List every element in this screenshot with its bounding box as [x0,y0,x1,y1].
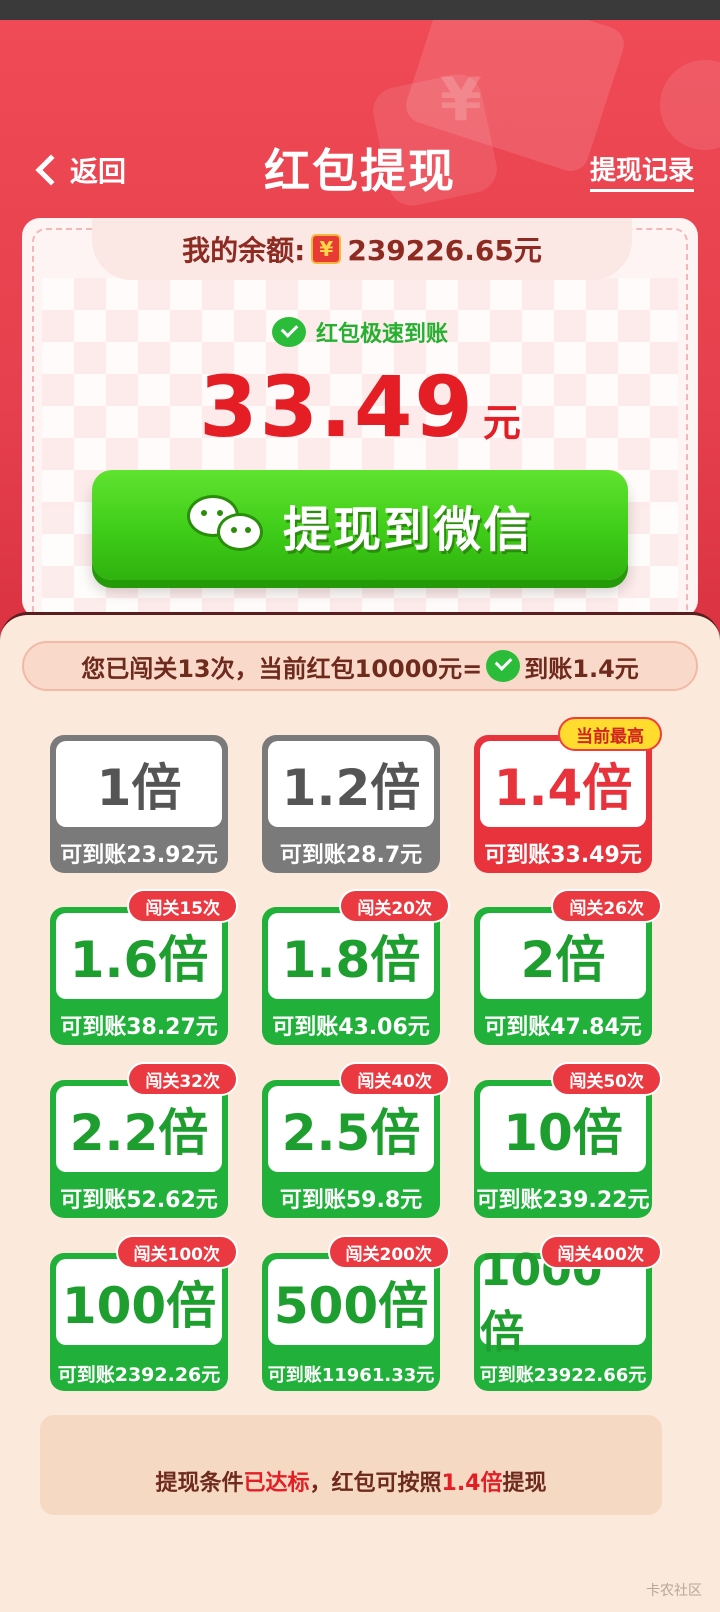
yen-icon: ¥ [311,234,342,264]
multiplier-tile[interactable]: 500倍 可到账11961.33元 闯关200次 [262,1235,450,1391]
level-requirement-badge: 闯关400次 [539,1235,662,1269]
balance-amount: 239226.65元 [347,234,542,267]
level-requirement-badge: 闯关32次 [127,1062,238,1096]
multiplier-value: 100倍 [56,1259,222,1345]
condition-text: ，红包可按照 [309,1471,442,1496]
level-info-result: 到账1.4元 [524,654,639,683]
multiplier-amount: 可到账28.7元 [279,843,423,868]
withdraw-button-label: 提现到微信 [282,502,533,558]
multiplier-value: 1.4倍 [480,741,646,827]
multiplier-amount: 可到账47.84元 [484,1015,642,1040]
multiplier-amount: 可到账239.22元 [476,1188,650,1213]
multiplier-tile[interactable]: 10倍 可到账239.22元 闯关50次 [474,1062,662,1218]
status-bar [0,0,720,20]
yen-watermark-icon: ¥ [440,65,482,135]
multiplier-amount: 可到账38.27元 [60,1015,218,1040]
watermark: 卡农社区 [646,1583,702,1599]
condition-text: 提现条件 [155,1471,244,1496]
level-requirement-badge: 闯关26次 [551,889,662,923]
multiplier-amount: 可到账33.49元 [484,843,642,868]
level-requirement-badge: 闯关50次 [551,1062,662,1096]
multiplier-value: 500倍 [268,1259,434,1345]
multiplier-tile[interactable]: 1.6倍 可到账38.27元 闯关15次 [50,889,238,1045]
multiplier-tile[interactable]: 2.2倍 可到账52.62元 闯关32次 [50,1062,238,1218]
multiplier-amount: 可到账2392.26元 [57,1364,221,1386]
multiplier-tile[interactable]: 1.2倍 可到账28.7元 [262,735,440,873]
chevron-left-icon [35,154,67,186]
multiplier-value: 1000倍 [480,1245,646,1358]
multiplier-value: 2倍 [480,913,646,999]
withdraw-amount: 33.49 元 [22,358,698,456]
level-requirement-badge: 闯关100次 [115,1235,238,1269]
level-requirement-badge: 闯关15次 [127,889,238,923]
level-info-text: 您已闯关13次，当前红包10000元= [81,654,483,683]
level-requirement-badge: 闯关200次 [327,1235,450,1269]
back-label: 返回 [70,155,127,188]
wechat-icon [186,495,267,555]
multiplier-value: 2.5倍 [268,1086,434,1172]
multiplier-tile[interactable]: 2.5倍 可到账59.8元 闯关40次 [262,1062,450,1218]
multiplier-value: 1.8倍 [268,913,434,999]
current-highest-badge: 当前最高 [558,717,662,751]
decorative-coin [660,60,720,150]
multiplier-amount: 可到账11961.33元 [267,1365,435,1386]
level-requirement-badge: 闯关40次 [339,1062,450,1096]
multiplier-amount: 可到账23.92元 [60,843,218,868]
multiplier-tile[interactable]: 2倍 可到账47.84元 闯关26次 [474,889,662,1045]
multiplier-panel: 您已闯关13次，当前红包10000元= 到账1.4元 1倍 可到账23.92元 … [0,612,720,1612]
withdraw-record-link[interactable]: 提现记录 [589,150,694,192]
multiplier-value: 2.2倍 [56,1086,222,1172]
level-info-bar: 您已闯关13次，当前红包10000元= 到账1.4元 [22,641,698,691]
multiplier-tile[interactable]: 100倍 可到账2392.26元 闯关100次 [50,1235,238,1391]
withdraw-amount-unit: 元 [482,401,521,445]
multiplier-tile[interactable]: 1.8倍 可到账43.06元 闯关20次 [262,889,450,1045]
condition-text: 提现 [502,1471,547,1496]
fast-arrival-line: 红包极速到账 [22,316,698,348]
level-requirement-badge: 闯关20次 [339,889,450,923]
balance-display: 我的余额: ¥ 239226.65元 [92,218,632,280]
multiplier-amount: 可到账52.62元 [60,1188,218,1213]
condition-highlight: 已达标 [243,1471,310,1496]
multiplier-tile-current[interactable]: 1.4倍 可到账33.49元 当前最高 [474,717,662,873]
multiplier-tile[interactable]: 1倍 可到账23.92元 [50,735,228,873]
condition-multiplier: 1.4倍 [441,1471,503,1496]
back-button[interactable]: 返回 [30,145,126,195]
multiplier-amount: 可到账43.06元 [272,1015,430,1040]
withdraw-condition-box: 提现条件 已达标 ，红包可按照 1.4倍 提现 [40,1415,662,1515]
multiplier-value: 1.2倍 [268,741,434,827]
wechat-pay-check-icon [271,317,306,347]
balance-label: 我的余额: [182,234,306,267]
withdraw-amount-value: 33.49 [199,358,475,456]
multiplier-amount: 可到账59.8元 [279,1188,423,1213]
multiplier-amount: 可到账23922.66元 [479,1365,647,1386]
multiplier-value: 1.6倍 [56,913,222,999]
multiplier-tile[interactable]: 1000倍 可到账23922.66元 闯关400次 [474,1235,662,1391]
multiplier-value: 1倍 [56,741,222,827]
wechat-pay-check-icon [486,650,521,682]
withdraw-card: 我的余额: ¥ 239226.65元 红包极速到账 33.49 元 提现到微信 [22,218,698,618]
multiplier-value: 10倍 [480,1086,646,1172]
withdraw-to-wechat-button[interactable]: 提现到微信 [92,470,628,580]
fast-arrival-text: 红包极速到账 [315,322,448,347]
